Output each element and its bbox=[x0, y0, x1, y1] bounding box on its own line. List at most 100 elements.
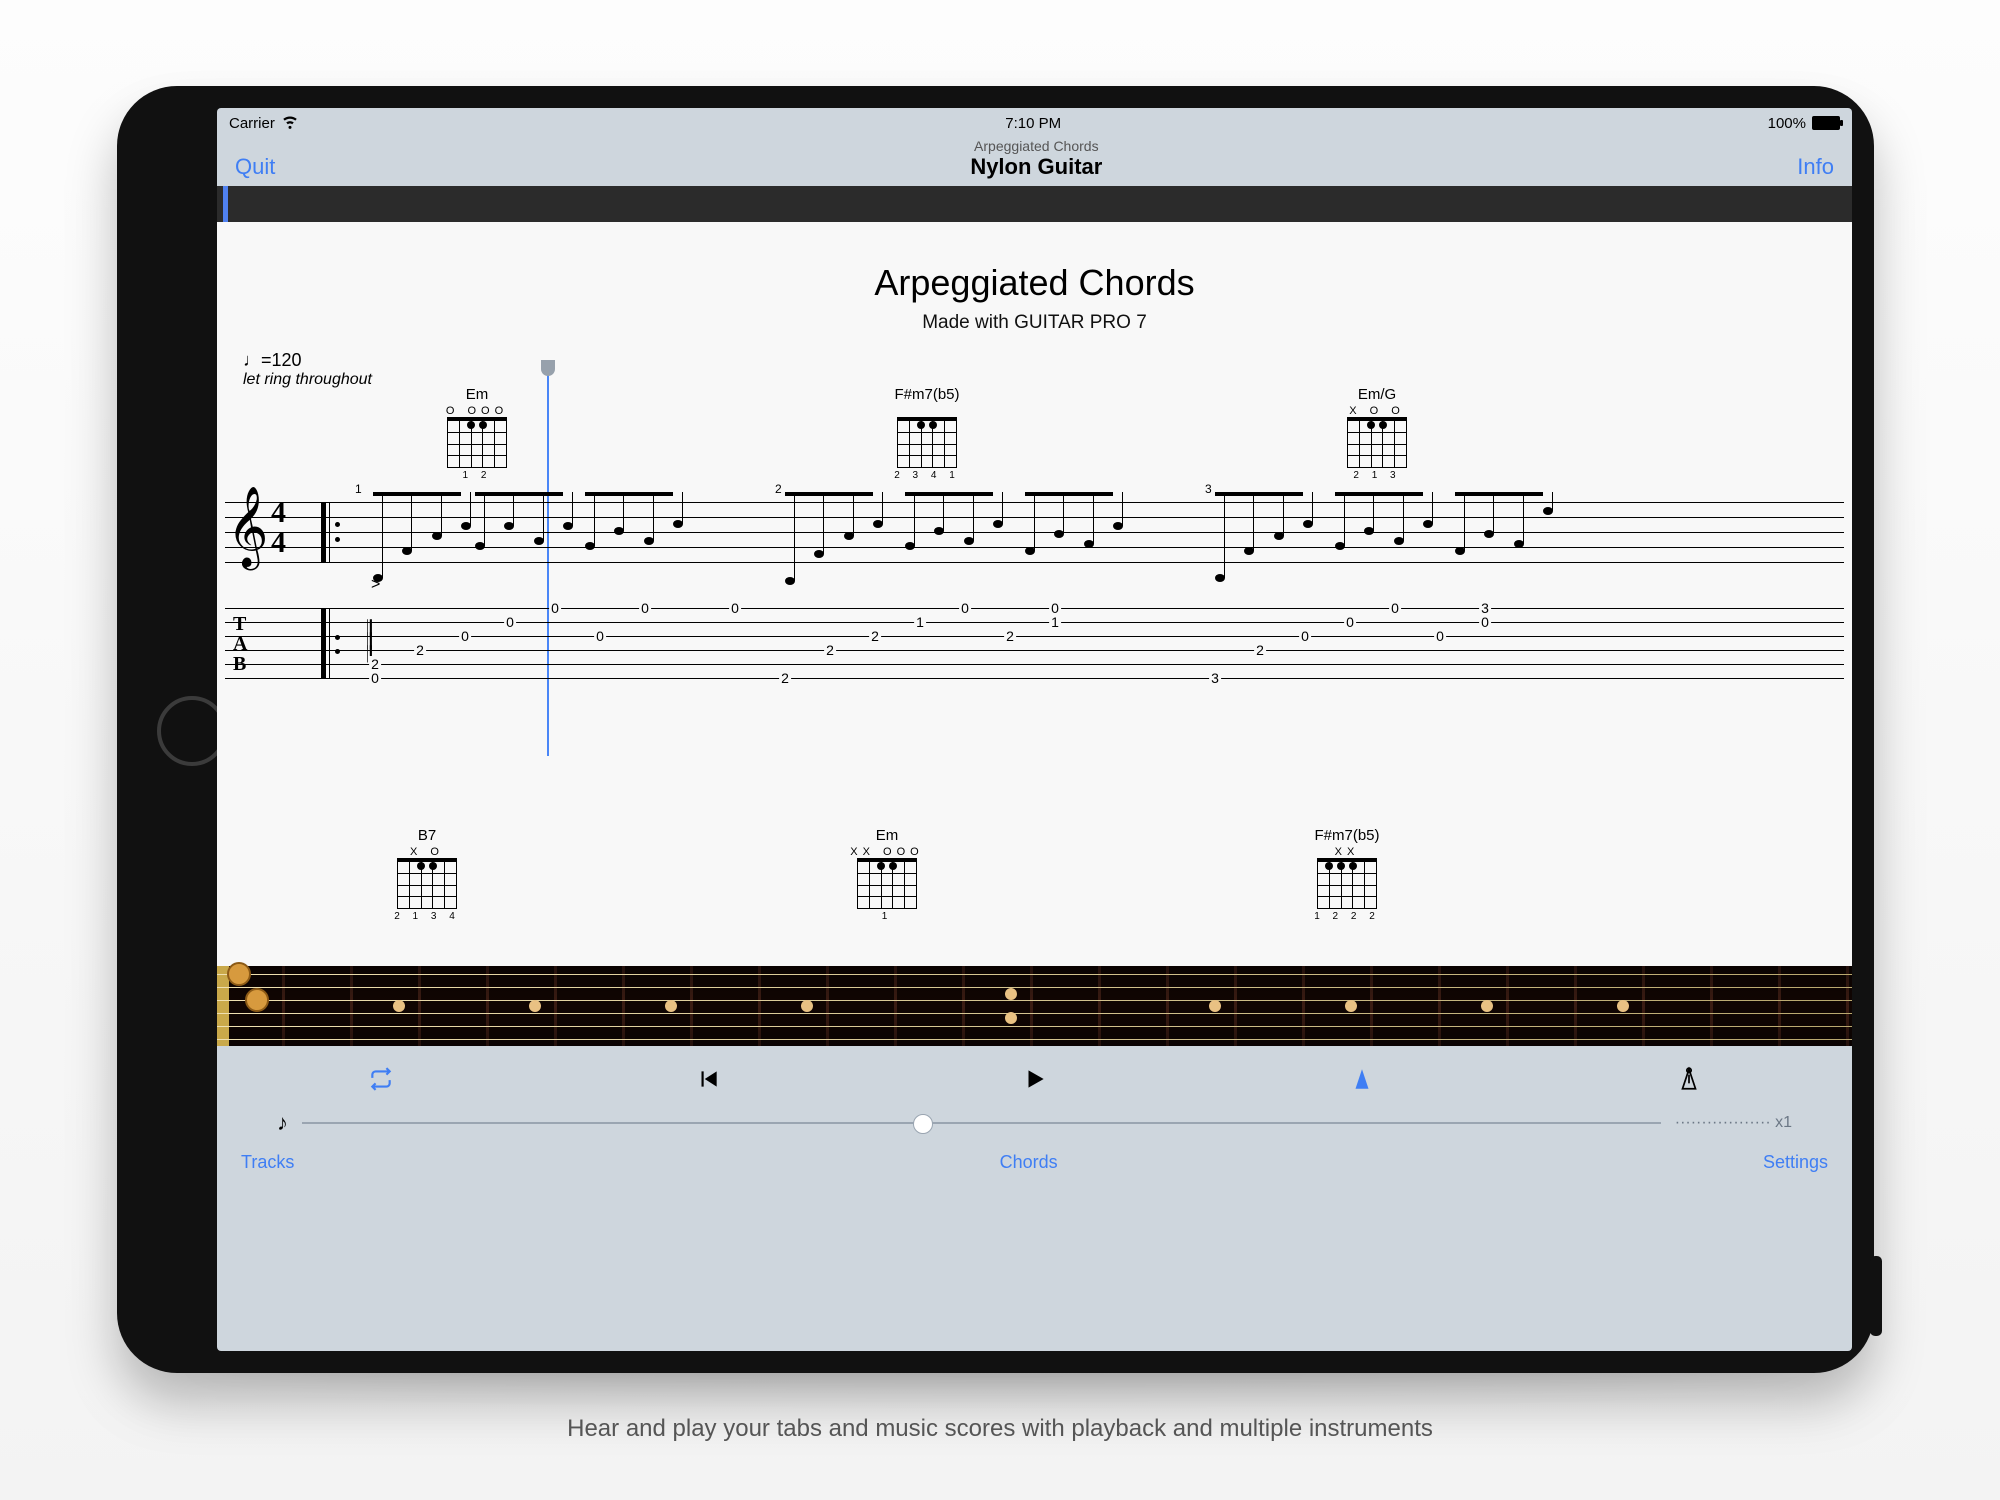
fretboard[interactable] bbox=[217, 966, 1852, 1046]
score-title: Arpeggiated Chords bbox=[235, 262, 1834, 304]
chord-grid bbox=[447, 417, 507, 468]
repeat-start-tab bbox=[321, 608, 339, 678]
quit-button[interactable]: Quit bbox=[235, 154, 275, 180]
info-button[interactable]: Info bbox=[1797, 154, 1834, 180]
battery-percent: 100% bbox=[1768, 115, 1806, 132]
settings-tab[interactable]: Settings bbox=[1763, 1152, 1828, 1173]
chord-grid bbox=[1347, 417, 1407, 468]
tab-number: 2 bbox=[369, 656, 381, 672]
chord-name: F#m7(b5) bbox=[887, 386, 967, 403]
tab-number: 0 bbox=[1049, 600, 1061, 616]
tab-number: 0 bbox=[729, 600, 741, 616]
chord-grid bbox=[897, 417, 957, 468]
tab-number: 0 bbox=[459, 628, 471, 644]
chord-row-2: B7X O2 1 3 4EmXX OOO1F#m7(b5)XX1 2 2 2 bbox=[217, 827, 1852, 922]
wifi-icon bbox=[281, 112, 299, 134]
tab-number: 0 bbox=[639, 600, 651, 616]
fretboard-note bbox=[245, 988, 269, 1012]
slider-thumb[interactable] bbox=[913, 1114, 933, 1134]
measure-number: 2 bbox=[775, 482, 782, 496]
staff: 𝄞 4 4 1 2 3 > bbox=[225, 502, 1844, 562]
chord-name: F#m7(b5) bbox=[1307, 827, 1387, 844]
carrier-label: Carrier bbox=[229, 115, 275, 132]
metronome-icon[interactable] bbox=[1348, 1065, 1376, 1093]
toolbar-strip bbox=[217, 186, 1852, 222]
notation: 𝄞 4 4 1 2 3 > bbox=[225, 502, 1844, 678]
eighth-note-icon: ♪ bbox=[277, 1110, 288, 1136]
loop-icon[interactable] bbox=[367, 1065, 395, 1093]
fretboard-note bbox=[227, 962, 251, 986]
clock: 7:10 PM bbox=[1005, 115, 1061, 132]
chord-fingering: 2 1 3 bbox=[1337, 470, 1417, 481]
tab-number: 2 bbox=[869, 628, 881, 644]
play-icon[interactable] bbox=[1021, 1065, 1049, 1093]
repeat-start bbox=[321, 502, 339, 562]
chord-fingering: 2 3 4 1 bbox=[887, 470, 967, 481]
measure-number: 1 bbox=[355, 482, 362, 496]
rewind-icon[interactable] bbox=[694, 1065, 722, 1093]
tablature: EBGDAE T A B 𝄂𝄂𝄂 02200000022221100320000… bbox=[225, 608, 1844, 678]
chord-fingering: 1 bbox=[847, 911, 927, 922]
chord-open-strings bbox=[887, 405, 967, 417]
countdown-icon[interactable] bbox=[1675, 1065, 1703, 1093]
tab-number: 1 bbox=[1049, 614, 1061, 630]
chord-open-strings: O OOO bbox=[437, 405, 517, 417]
tab-number: 0 bbox=[1344, 614, 1356, 630]
tab-number: 0 bbox=[504, 614, 516, 630]
fret-inlay bbox=[1005, 1012, 1017, 1024]
chord-fingering: 1 2 bbox=[437, 470, 517, 481]
fret-inlay bbox=[1481, 1000, 1493, 1012]
nav-subtitle: Arpeggiated Chords bbox=[970, 138, 1102, 154]
time-signature: 4 4 bbox=[271, 498, 286, 558]
tab-number: 2 bbox=[824, 642, 836, 658]
tab-number: 0 bbox=[594, 628, 606, 644]
tab-word: T A B bbox=[233, 614, 247, 674]
fret-inlay bbox=[529, 1000, 541, 1012]
fret-inlay bbox=[801, 1000, 813, 1012]
tab-number: 0 bbox=[1434, 628, 1446, 644]
fret-inlay bbox=[1209, 1000, 1221, 1012]
nav-bar: Quit Arpeggiated Chords Nylon Guitar Inf… bbox=[217, 138, 1852, 186]
tab-number: 2 bbox=[1004, 628, 1016, 644]
tracks-tab[interactable]: Tracks bbox=[241, 1152, 294, 1173]
fret-inlay bbox=[1005, 988, 1017, 1000]
chord-open-strings: XX OOO bbox=[847, 846, 927, 858]
fret-inlay bbox=[1617, 1000, 1629, 1012]
chord-diagram[interactable]: Em O OOO 1 2 bbox=[437, 386, 517, 481]
screen: Carrier 7:10 PM 100% Quit Arpeggiated Ch… bbox=[217, 108, 1852, 1351]
tab-number: 2 bbox=[779, 670, 791, 686]
score-area[interactable]: Arpeggiated Chords Made with GUITAR PRO … bbox=[217, 222, 1852, 966]
chord-name: Em/G bbox=[1337, 386, 1417, 403]
tab-number: 0 bbox=[1299, 628, 1311, 644]
fret-inlay bbox=[1345, 1000, 1357, 1012]
fret-inlay bbox=[665, 1000, 677, 1012]
chord-grid bbox=[1317, 858, 1377, 909]
chord-grid bbox=[857, 858, 917, 909]
chord-diagram[interactable]: B7X O2 1 3 4 bbox=[387, 827, 467, 922]
tab-number: 0 bbox=[1479, 614, 1491, 630]
fret-inlay bbox=[393, 1000, 405, 1012]
chord-row-1: Em O OOO 1 2 F#m7(b5) 2 3 4 1 Em/G X O O 2 1 3 bbox=[217, 386, 1852, 481]
treble-clef-icon: 𝄞 bbox=[227, 488, 268, 568]
chord-name: Em bbox=[437, 386, 517, 403]
playback-controls: ♪ ·················· x1 Tracks Chords Se… bbox=[217, 1046, 1852, 1183]
tempo-marking: ♩=120 bbox=[243, 350, 1834, 371]
tab-number: 0 bbox=[369, 670, 381, 686]
tab-number: 3 bbox=[1479, 600, 1491, 616]
chords-tab[interactable]: Chords bbox=[1000, 1152, 1058, 1173]
chord-open-strings: X O bbox=[387, 846, 467, 858]
chord-diagram[interactable]: EmXX OOO1 bbox=[847, 827, 927, 922]
battery-icon bbox=[1812, 116, 1840, 130]
chord-diagram[interactable]: F#m7(b5) 2 3 4 1 bbox=[887, 386, 967, 481]
tab-number: 0 bbox=[549, 600, 561, 616]
bottom-tabs: Tracks Chords Settings bbox=[217, 1146, 1852, 1177]
chord-name: B7 bbox=[387, 827, 467, 844]
chord-open-strings: XX bbox=[1307, 846, 1387, 858]
tab-number: 2 bbox=[1254, 642, 1266, 658]
chord-open-strings: X O O bbox=[1337, 405, 1417, 417]
chord-fingering: 1 2 2 2 bbox=[1307, 911, 1387, 922]
chord-diagram[interactable]: Em/G X O O 2 1 3 bbox=[1337, 386, 1417, 481]
chord-diagram[interactable]: F#m7(b5) XX 1 2 2 2 bbox=[1307, 827, 1387, 922]
tab-number: 1 bbox=[914, 614, 926, 630]
speed-slider[interactable] bbox=[302, 1122, 1661, 1124]
